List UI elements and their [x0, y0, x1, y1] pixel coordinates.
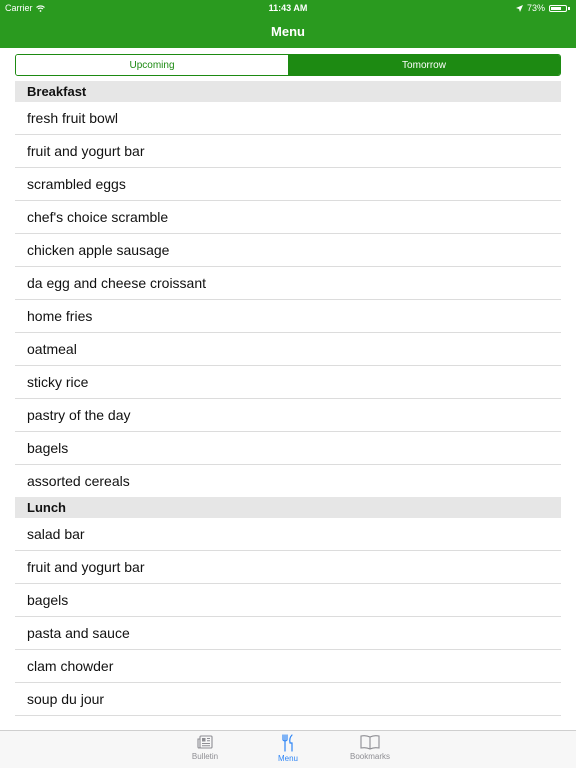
status-right: 73% — [515, 3, 570, 13]
list-item[interactable]: sticky rice — [15, 366, 561, 399]
status-time: 11:43 AM — [268, 3, 308, 13]
newspaper-icon — [197, 735, 213, 749]
section-header: Lunch — [15, 497, 561, 518]
list-item[interactable]: chicken apple sausage — [15, 234, 561, 267]
header: Carrier 11:43 AM 73% Menu — [0, 0, 576, 48]
list-item[interactable]: fresh fruit bowl — [15, 102, 561, 135]
menu-list[interactable]: Breakfast fresh fruit bowl fruit and yog… — [0, 81, 576, 730]
list-item[interactable]: oatmeal — [15, 333, 561, 366]
list-item[interactable]: pasta and sauce — [15, 617, 561, 650]
tab-menu[interactable]: Menu — [258, 734, 318, 763]
day-segmented-control[interactable]: Upcoming Tomorrow — [15, 54, 561, 76]
list-item[interactable]: fruit and yogurt bar — [15, 135, 561, 168]
list-item[interactable]: scrambled eggs — [15, 168, 561, 201]
page-title: Menu — [271, 24, 305, 39]
fork-knife-icon — [282, 734, 293, 752]
list-item[interactable]: clam chowder — [15, 650, 561, 683]
tab-label: Bulletin — [191, 752, 219, 761]
list-item[interactable]: fruit and yogurt bar — [15, 551, 561, 584]
list-item[interactable]: chef's choice scramble — [15, 201, 561, 234]
list-item[interactable]: bagels — [15, 584, 561, 617]
section-breakfast: Breakfast fresh fruit bowl fruit and yog… — [0, 81, 576, 497]
section-lunch: Lunch salad bar fruit and yogurt bar bag… — [0, 497, 576, 716]
list-item[interactable]: soup du jour — [15, 683, 561, 716]
list-item[interactable]: bagels — [15, 432, 561, 465]
list-item[interactable]: home fries — [15, 300, 561, 333]
section-header: Breakfast — [15, 81, 561, 102]
list-item[interactable]: salad bar — [15, 518, 561, 551]
segment-tomorrow[interactable]: Tomorrow — [288, 55, 560, 75]
book-icon — [360, 735, 380, 750]
tab-bookmarks[interactable]: Bookmarks — [340, 734, 400, 761]
status-bar: Carrier 11:43 AM 73% — [0, 0, 576, 16]
list-item[interactable]: assorted cereals — [15, 465, 561, 497]
battery-percent: 73% — [526, 3, 545, 13]
tab-bar: Bulletin Menu Bookmarks — [0, 730, 576, 768]
segment-upcoming[interactable]: Upcoming — [16, 55, 288, 75]
battery-icon — [549, 4, 567, 12]
location-arrow-icon — [515, 4, 523, 12]
tab-label: Bookmarks — [349, 752, 390, 761]
list-item[interactable]: pastry of the day — [15, 399, 561, 432]
tab-label: Menu — [277, 754, 298, 763]
list-item[interactable]: da egg and cheese croissant — [15, 267, 561, 300]
battery-tip — [568, 6, 570, 10]
tab-bulletin[interactable]: Bulletin — [175, 734, 235, 761]
